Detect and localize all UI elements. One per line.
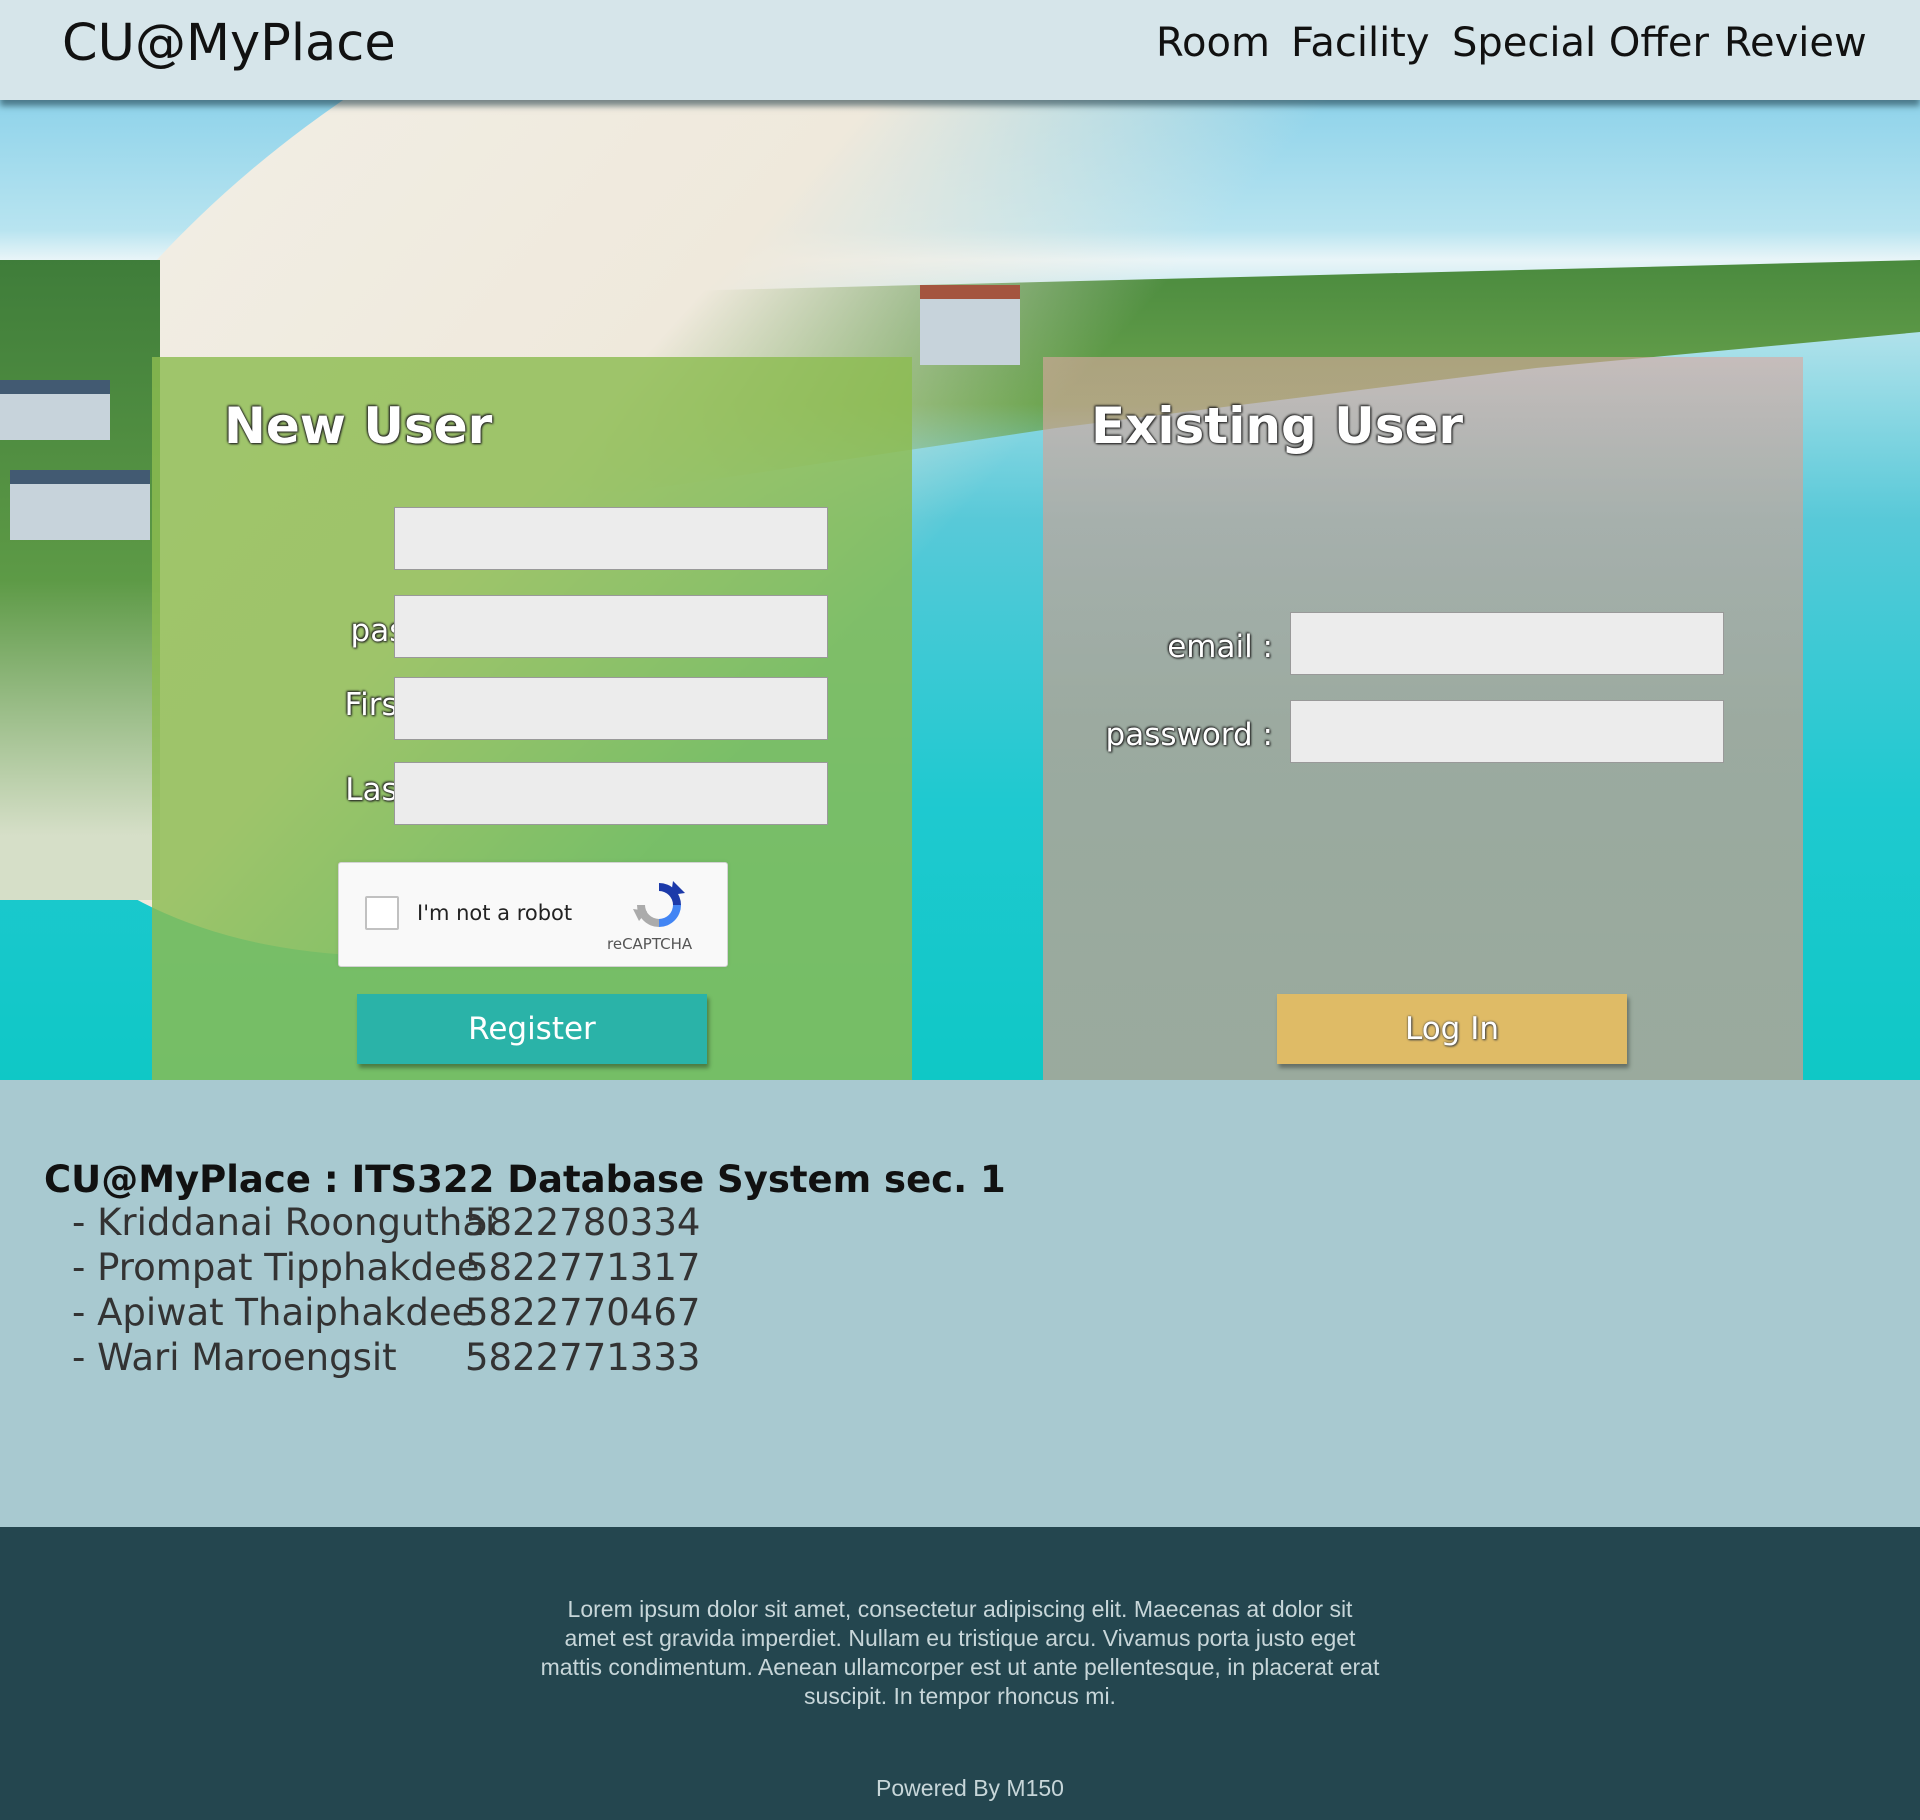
member-id: 5822780334 — [465, 1201, 701, 1244]
new-user-panel: New User email : password : Firstname : … — [152, 357, 912, 1080]
member-id: 5822771333 — [465, 1336, 701, 1379]
background-house — [920, 285, 1020, 365]
login-button[interactable]: Log In — [1277, 994, 1627, 1064]
member-name: - Wari Maroengsit — [72, 1336, 397, 1379]
page-footer: Lorem ipsum dolor sit amet, consectetur … — [0, 1527, 1920, 1820]
recaptcha-checkbox[interactable] — [365, 896, 399, 930]
nav-special-offer[interactable]: Special Offer — [1452, 20, 1709, 66]
register-button[interactable]: Register — [357, 994, 707, 1064]
nav-facility[interactable]: Facility — [1291, 20, 1430, 66]
nav-review[interactable]: Review — [1724, 20, 1867, 66]
background-house — [0, 380, 110, 440]
powered-by: Powered By M150 — [876, 1775, 1064, 1801]
recaptcha-logo-icon — [633, 881, 685, 927]
login-email-input[interactable] — [1290, 612, 1724, 675]
recaptcha-widget: I'm not a robot reCAPTCHA — [338, 862, 728, 967]
login-email-label: email : — [1167, 629, 1273, 665]
member-name: - Apiwat Thaiphakdee — [72, 1291, 475, 1334]
existing-user-title: Existing User — [1091, 397, 1464, 455]
lastname-input[interactable] — [394, 762, 828, 825]
member-name: - Prompat Tipphakdee — [72, 1246, 480, 1289]
nav-room[interactable]: Room — [1156, 20, 1270, 66]
recaptcha-brand: reCAPTCHA — [607, 935, 693, 953]
new-email-input[interactable] — [394, 507, 828, 570]
member-name: - Kriddanai Roonguthai — [72, 1201, 496, 1244]
login-password-input[interactable] — [1290, 700, 1724, 763]
login-password-label: password : — [1105, 717, 1273, 753]
recaptcha-label: I'm not a robot — [417, 901, 573, 925]
background-house — [10, 470, 150, 540]
hero-beach-background: New User email : password : Firstname : … — [0, 100, 1920, 1080]
top-navigation-bar: CU@MyPlace Room Facility Special Offer R… — [0, 0, 1920, 100]
new-user-title: New User — [224, 397, 493, 455]
new-password-input[interactable] — [394, 595, 828, 658]
project-title: CU@MyPlace : ITS322 Database System sec.… — [44, 1158, 1006, 1201]
site-brand[interactable]: CU@MyPlace — [62, 14, 396, 73]
footer-description: Lorem ipsum dolor sit amet, consectetur … — [540, 1596, 1380, 1709]
firstname-input[interactable] — [394, 677, 828, 740]
member-id: 5822770467 — [465, 1291, 701, 1334]
project-info-section: CU@MyPlace : ITS322 Database System sec.… — [0, 1080, 1920, 1527]
existing-user-panel: Existing User email : password : Log In — [1043, 357, 1803, 1080]
background-resort — [0, 260, 160, 900]
member-id: 5822771317 — [465, 1246, 701, 1289]
